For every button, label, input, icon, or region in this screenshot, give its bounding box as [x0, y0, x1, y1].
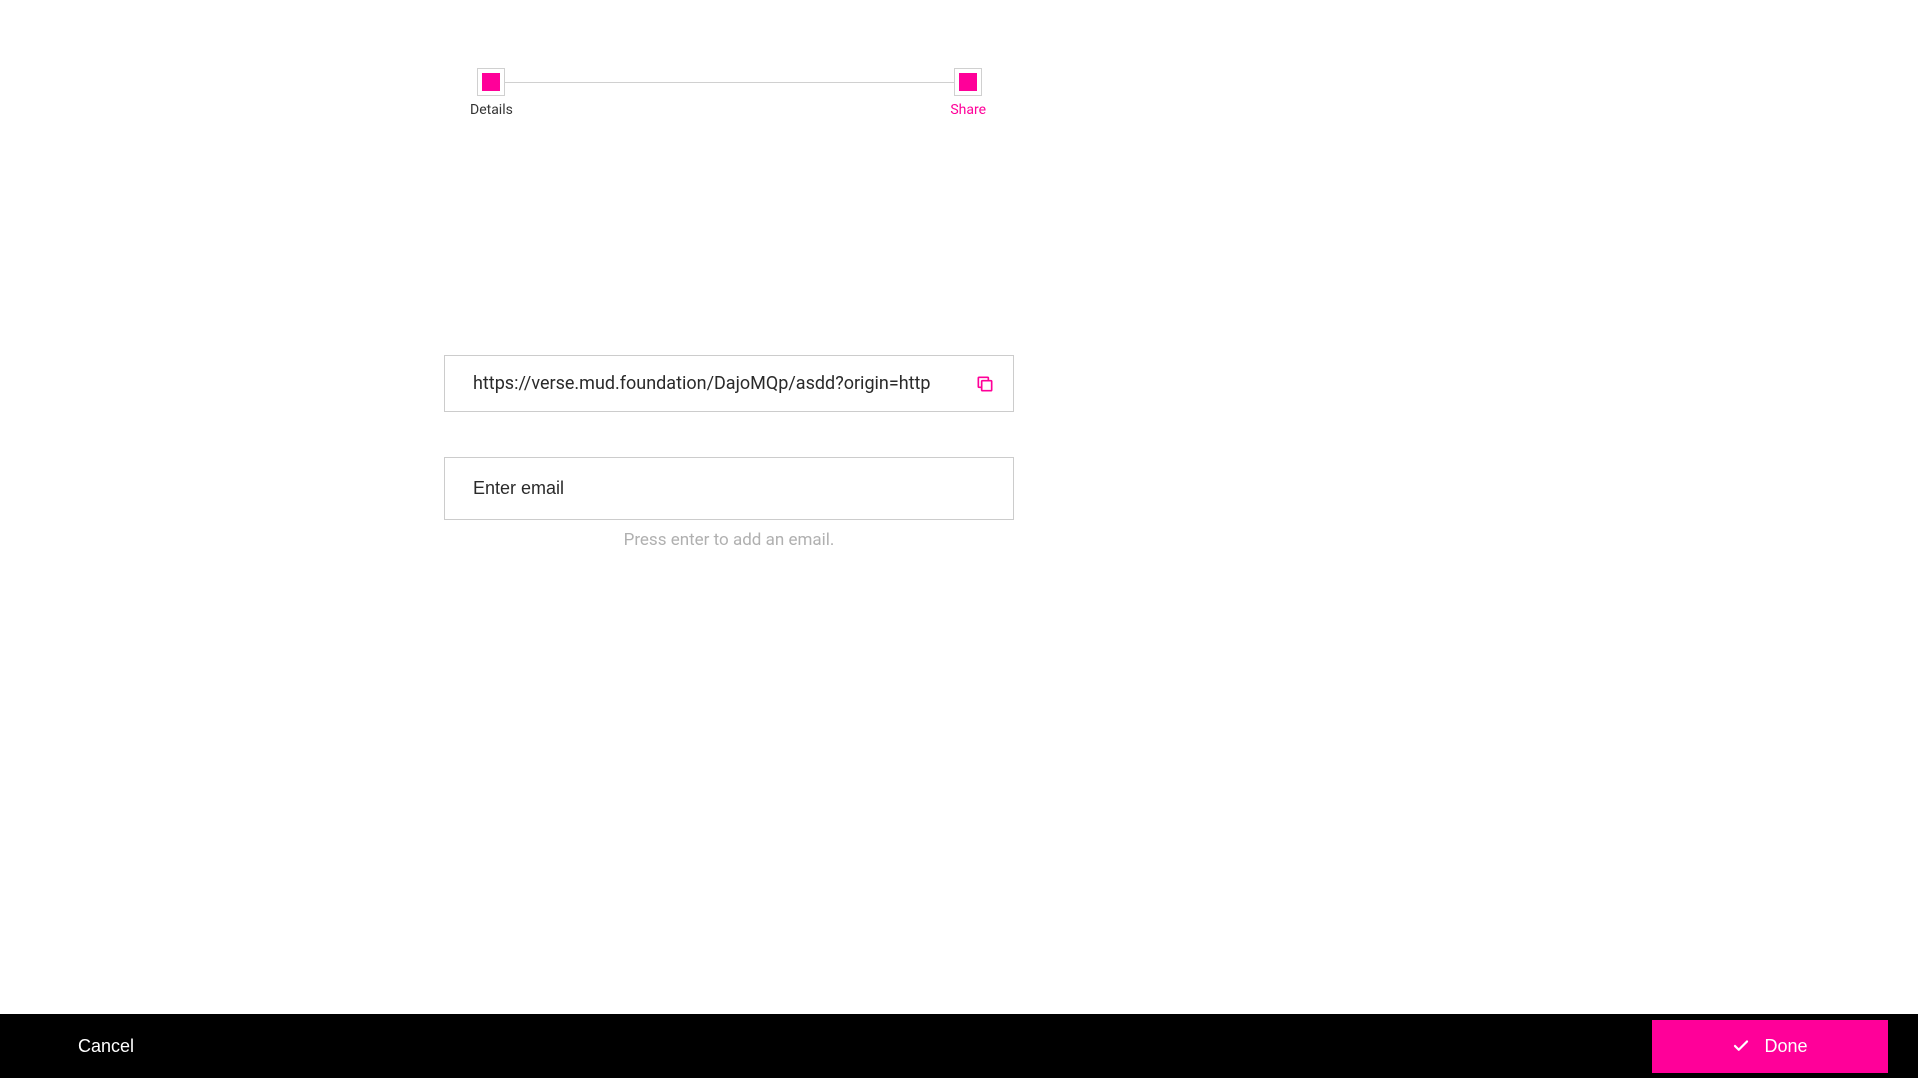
- step-share-fill: [959, 73, 977, 91]
- step-share-label: Share: [950, 102, 986, 118]
- email-box[interactable]: [444, 457, 1014, 520]
- copy-icon[interactable]: [975, 374, 995, 394]
- share-url-text[interactable]: https://verse.mud.foundation/DajoMQp/asd…: [473, 373, 965, 394]
- cancel-button[interactable]: Cancel: [78, 1036, 134, 1057]
- footer-bar: Cancel Done: [0, 1014, 1918, 1078]
- done-button[interactable]: Done: [1652, 1020, 1888, 1073]
- step-details-fill: [482, 73, 500, 91]
- stepper: Details Share: [470, 68, 986, 118]
- email-hint: Press enter to add an email.: [444, 530, 1014, 550]
- step-share[interactable]: Share: [950, 68, 986, 118]
- step-share-box: [954, 68, 982, 96]
- step-details-box: [477, 68, 505, 96]
- step-connector: [498, 82, 958, 83]
- done-button-label: Done: [1764, 1036, 1807, 1057]
- share-url-box: https://verse.mud.foundation/DajoMQp/asd…: [444, 355, 1014, 412]
- step-details[interactable]: Details: [470, 68, 513, 118]
- email-input[interactable]: [473, 478, 985, 499]
- check-icon: [1732, 1037, 1750, 1055]
- step-details-label: Details: [470, 102, 513, 118]
